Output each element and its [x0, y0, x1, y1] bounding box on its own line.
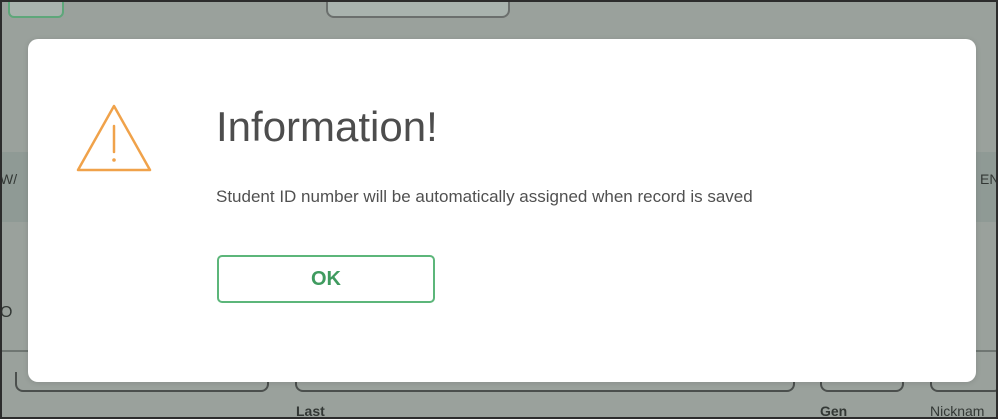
background-label-nickname: Nicknam [930, 403, 985, 419]
dialog-title: Information! [216, 103, 438, 150]
background-label-left: O [0, 304, 13, 321]
information-dialog: Information! Student ID number will be a… [28, 39, 976, 382]
background-label-gen: Gen [820, 403, 848, 419]
ok-button[interactable]: OK [217, 255, 435, 303]
dialog-message: Student ID number will be automatically … [216, 187, 753, 206]
background-tab [8, 0, 64, 18]
background-button [326, 0, 510, 18]
background-header-left: W/ [0, 171, 18, 187]
warning-icon [76, 104, 152, 172]
background-label-last: Last [296, 403, 325, 419]
background-header-right: EN [980, 171, 998, 187]
